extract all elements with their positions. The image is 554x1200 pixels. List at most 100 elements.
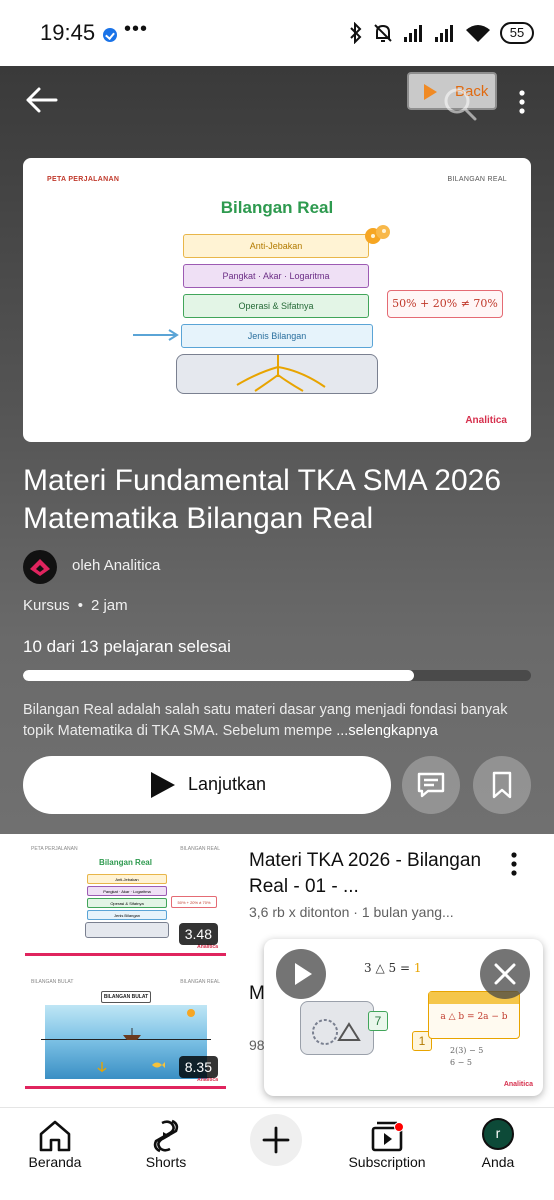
comment-button[interactable] <box>402 756 460 814</box>
avatar: r <box>482 1118 514 1150</box>
thumbnail-layer: Jenis Bilangan <box>87 910 167 920</box>
status-time: 19:45 <box>40 20 96 45</box>
lesson-thumbnail[interactable]: BILANGAN BULAT BILANGAN REAL BILANGAN BU… <box>25 975 226 1089</box>
thumbnail-title: Bilangan Real <box>220 198 334 217</box>
channel-avatar[interactable] <box>23 550 57 584</box>
bottom-navigation: Beranda Shorts Subscription r Anda <box>0 1107 554 1200</box>
roots-foundation <box>85 922 169 938</box>
plus-icon <box>262 1126 290 1154</box>
progress-bar <box>23 670 531 681</box>
nav-item-home[interactable]: Beranda <box>0 1108 110 1200</box>
equation-answer: 1 <box>413 961 422 975</box>
boat-icon <box>123 1028 141 1040</box>
thumbnail-caption: BILANGAN REAL <box>447 176 507 183</box>
mini-player-play-button[interactable] <box>276 949 326 999</box>
number-tile: 7 <box>368 1011 388 1031</box>
sun-icon <box>187 1009 195 1017</box>
nav-item-you[interactable]: r Anda <box>443 1108 553 1200</box>
notification-more-icon: ••• <box>124 18 149 40</box>
equation-box: 50% + 20% ≠ 70% <box>387 290 503 318</box>
close-icon <box>494 963 516 985</box>
thumbnail-layer: Jenis Bilangan <box>181 324 373 348</box>
nav-item-create[interactable] <box>221 1108 331 1200</box>
resume-button[interactable]: Lanjutkan <box>23 756 391 814</box>
gear-icon <box>312 1019 361 1045</box>
thumbnail-title: Bilangan Real <box>99 858 152 867</box>
silent-bell-icon <box>374 24 392 42</box>
nav-label: Beranda <box>28 1154 82 1170</box>
wifi-icon <box>466 25 490 42</box>
analitica-logo: Analitica <box>465 415 507 426</box>
thumbnail-layer: Pangkat · Akar · Logaritma <box>87 886 167 896</box>
course-duration: 2 jam <box>90 597 128 614</box>
equation-text: 3 △ 5 = <box>364 961 410 975</box>
duration-badge: 8.35 <box>178 1056 218 1078</box>
more-vert-icon[interactable] <box>506 850 522 878</box>
lesson-title[interactable]: Materi TKA 2026 - Bilangan Real - 01 - .… <box>249 848 485 900</box>
roots-foundation <box>176 354 378 394</box>
roots-icon <box>236 355 326 392</box>
back-arrow-icon[interactable] <box>24 86 58 114</box>
formula-step: 2(3) − 5 <box>450 1046 484 1055</box>
lesson-meta: 3,6 rb x ditonton · 1 bulan yang... <box>249 904 454 920</box>
verified-badge-icon <box>103 28 117 42</box>
more-vert-icon[interactable] <box>514 88 530 116</box>
thumbnail-layer: Anti-Jebakan <box>183 234 369 258</box>
course-title: Materi Fundamental TKA SMA 2026 Matemati… <box>23 464 502 535</box>
signal-2-icon <box>435 25 453 42</box>
show-more-link[interactable]: ...selengkapnya <box>336 723 438 739</box>
thumbnail-caption: PETA PERJALANAN <box>31 846 78 852</box>
comment-icon <box>417 772 445 798</box>
nav-label: Anda <box>481 1154 515 1170</box>
mini-player[interactable]: 3 △ 5 = 1 7 1 a △ b = 2a − b 2(3) − 5 6 … <box>264 939 543 1096</box>
progress-fill <box>23 670 415 681</box>
course-thumbnail[interactable]: PETA PERJALANAN BILANGAN REAL Bilangan R… <box>23 158 531 442</box>
notification-dot <box>394 1122 404 1132</box>
fish-icon <box>152 1062 165 1068</box>
formula-text: a △ b = 2a − b <box>440 1012 508 1022</box>
thumbnail-title: BILANGAN BULAT <box>101 991 151 1003</box>
nav-label: Shorts <box>145 1154 187 1170</box>
play-icon <box>151 772 175 798</box>
mini-player-equation: 3 △ 5 = 1 <box>364 961 421 975</box>
analitica-logo-icon <box>30 559 50 576</box>
thumbnail-caption: BILANGAN REAL <box>180 846 220 852</box>
progress-label: 10 dari 13 pelajaran selesai <box>23 637 231 656</box>
shorts-icon <box>153 1119 179 1153</box>
arrow-icon <box>133 329 179 341</box>
lesson-thumbnail[interactable]: PETA PERJALANAN BILANGAN REAL Bilangan R… <box>25 842 226 956</box>
mini-player-close-button[interactable] <box>480 949 530 999</box>
save-button[interactable] <box>473 756 531 814</box>
formula-steps: 2(3) − 5 6 − 5 <box>450 1045 483 1069</box>
create-button[interactable] <box>250 1114 302 1166</box>
nav-item-subscription[interactable]: Subscription <box>332 1108 442 1200</box>
thumbnail-caption: BILANGAN REAL <box>180 979 220 985</box>
course-type: Kursus <box>23 597 70 614</box>
anchor-icon <box>97 1062 107 1072</box>
thumbnail-layer: Anti-Jebakan <box>87 874 167 884</box>
channel-name[interactable]: oleh Analitica <box>72 557 160 574</box>
system-icons: 55 <box>349 20 534 46</box>
play-icon <box>424 84 437 100</box>
nav-item-shorts[interactable]: Shorts <box>111 1108 221 1200</box>
resume-label: Lanjutkan <box>188 774 267 794</box>
cheese-icon <box>365 225 390 244</box>
bluetooth-icon <box>350 22 362 44</box>
thumbnail-layer: Pangkat · Akar · Logaritma <box>183 264 369 288</box>
course-header: Back PETA PERJALANAN BILANGAN REAL Bilan… <box>0 66 554 834</box>
home-icon <box>39 1120 71 1152</box>
thumbnail-caption: BILANGAN BULAT <box>31 979 74 985</box>
duration-badge: 3.48 <box>178 923 218 945</box>
lesson-meta: 98 <box>249 1037 265 1053</box>
signal-1-icon <box>404 25 422 42</box>
thumbnail-layer: Operasi & Sifatnya <box>183 294 369 318</box>
battery-icon: 55 <box>500 22 534 44</box>
equation-box: 50% + 20% ≠ 70% <box>171 896 217 908</box>
search-icon[interactable] <box>440 84 480 124</box>
thumbnail-layer: Operasi & Sifatnya <box>87 898 167 908</box>
course-description[interactable]: Bilangan Real adalah salah satu materi d… <box>23 700 533 742</box>
machine-illustration <box>300 1001 374 1055</box>
thumbnail-caption: PETA PERJALANAN <box>47 176 120 183</box>
analitica-logo: Analitica <box>503 1081 533 1088</box>
status-bar: 19:45 ••• 55 <box>0 0 554 66</box>
